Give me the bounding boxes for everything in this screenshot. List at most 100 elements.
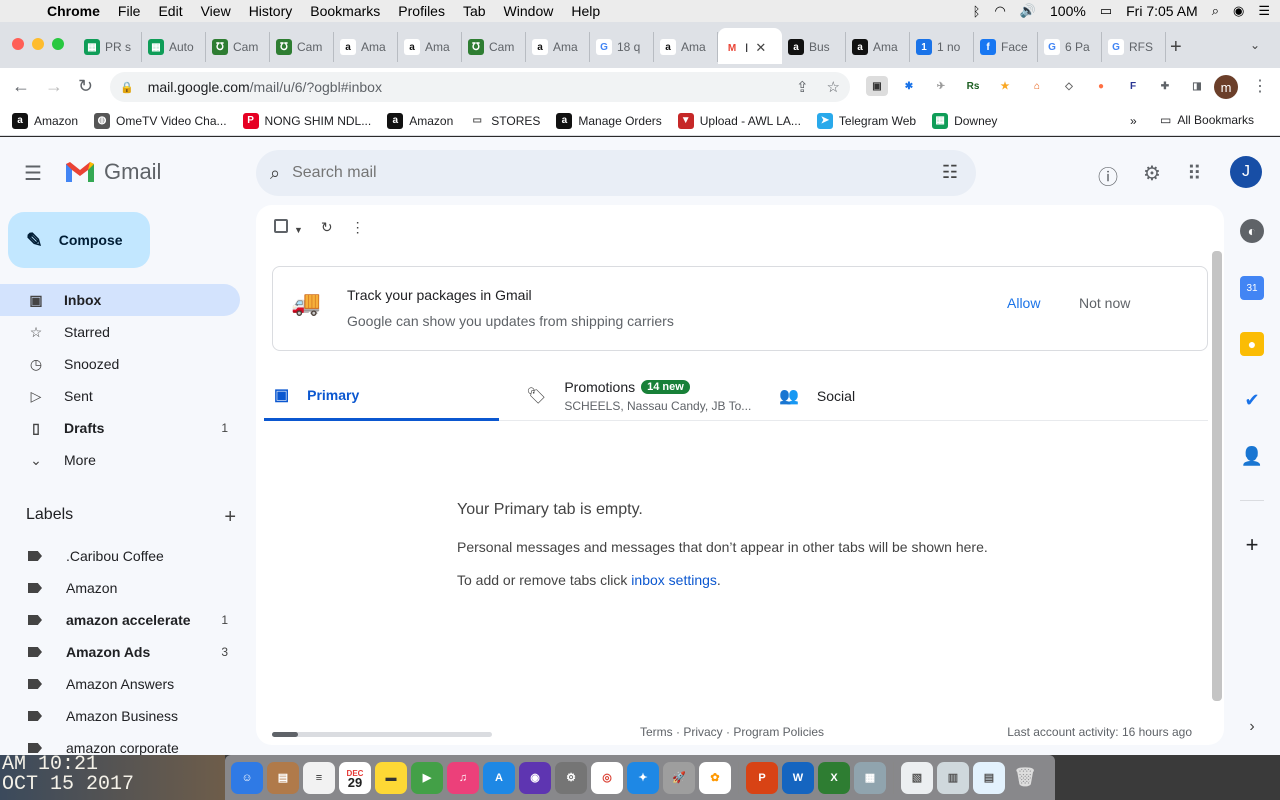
- sidebar-item-drafts[interactable]: ▯ Drafts 1: [0, 412, 240, 444]
- address-bar[interactable]: 🔒 mail.google.com/mail/u/6/?ogbl#inbox ⇪…: [110, 72, 850, 102]
- label-item[interactable]: Amazon Answers: [0, 668, 240, 700]
- settings-gear-icon[interactable]: ⚙: [1143, 161, 1161, 186]
- new-tab-button[interactable]: +: [1170, 36, 1182, 59]
- more-options-icon[interactable]: ⋮: [351, 219, 365, 236]
- browser-tab[interactable]: a Ama: [334, 32, 398, 62]
- extension-plane-icon[interactable]: ✈: [930, 76, 952, 96]
- wifi-icon[interactable]: ◠: [994, 3, 1005, 19]
- select-all-checkbox[interactable]: ▼: [274, 219, 303, 236]
- close-window-button[interactable]: [12, 38, 24, 50]
- browser-tab[interactable]: ℧ Cam: [462, 32, 526, 62]
- bookmark-item[interactable]: a Amazon: [387, 112, 453, 129]
- google-apps-icon[interactable]: ⠿: [1187, 161, 1202, 186]
- extension-blue-icon[interactable]: ✱: [898, 76, 920, 96]
- menu-app-name[interactable]: Chrome: [38, 3, 109, 19]
- sidebar-item-starred[interactable]: ☆ Starred: [0, 316, 240, 348]
- extension-off-icon[interactable]: ▣: [866, 76, 888, 96]
- not-now-button[interactable]: Not now: [1079, 295, 1130, 311]
- extension-off-badge-icon[interactable]: ⌂: [1026, 76, 1048, 96]
- browser-tab[interactable]: G RFS: [1102, 32, 1166, 62]
- bookmark-item[interactable]: ▭ STORES: [469, 113, 541, 129]
- allow-button[interactable]: Allow: [1007, 295, 1040, 311]
- bookmarks-overflow-button[interactable]: »: [1130, 114, 1137, 128]
- notes-icon[interactable]: ▬: [375, 761, 407, 794]
- menu-file[interactable]: File: [109, 3, 150, 19]
- menu-help[interactable]: Help: [562, 3, 609, 19]
- close-tab-icon[interactable]: ✕: [755, 40, 766, 56]
- all-bookmarks-button[interactable]: ▭ All Bookmarks: [1160, 113, 1254, 127]
- tab-active[interactable]: M I ✕: [718, 28, 782, 64]
- extension-rs-icon[interactable]: Rs: [962, 76, 984, 96]
- forward-arrow-icon[interactable]: →: [45, 76, 63, 97]
- menu-profiles[interactable]: Profiles: [389, 3, 454, 19]
- menu-history[interactable]: History: [240, 3, 302, 19]
- tab-promotions[interactable]: 🏷 Promotions 14 new SCHEELS, Nassau Cand…: [526, 371, 776, 421]
- browser-tab[interactable]: ▦ PR s: [78, 32, 142, 62]
- addon-avatar-icon[interactable]: ◐: [1240, 219, 1264, 243]
- label-item[interactable]: Amazon Ads 3: [0, 636, 240, 668]
- browser-tab[interactable]: a Ama: [398, 32, 462, 62]
- trash-icon[interactable]: 🗑: [1009, 762, 1041, 794]
- contacts-app-icon[interactable]: ▤: [267, 761, 299, 794]
- label-item[interactable]: Amazon Business: [0, 700, 240, 732]
- finder-icon[interactable]: ☺: [231, 761, 263, 794]
- calendar-icon[interactable]: 31: [1240, 276, 1264, 300]
- browser-tab[interactable]: G 6 Pa: [1038, 32, 1102, 62]
- app-store-icon[interactable]: A: [483, 761, 515, 794]
- zoom-window-button[interactable]: [52, 38, 64, 50]
- sidebar-item-more[interactable]: ⌄ More: [0, 444, 240, 476]
- create-label-plus-icon[interactable]: +: [224, 506, 236, 529]
- browser-tab[interactable]: a Ama: [526, 32, 590, 62]
- browser-tab[interactable]: a Ama: [654, 32, 718, 62]
- file-stack-icon[interactable]: ▤: [973, 761, 1005, 794]
- preview-icon[interactable]: ▦: [854, 761, 886, 794]
- system-preferences-icon[interactable]: ⚙: [555, 761, 587, 794]
- bookmark-item[interactable]: a Manage Orders: [556, 112, 662, 129]
- siri-dock-icon[interactable]: ◉: [519, 761, 551, 794]
- powerpoint-icon[interactable]: P: [746, 761, 778, 794]
- extension-tag-icon[interactable]: ◇: [1058, 76, 1080, 96]
- battery-icon[interactable]: ▭: [1100, 3, 1112, 19]
- tab-primary[interactable]: ▣ Primary: [264, 371, 499, 421]
- menu-view[interactable]: View: [192, 3, 240, 19]
- browser-tab[interactable]: 1 1 no: [910, 32, 974, 62]
- music-icon[interactable]: ♫: [447, 761, 479, 794]
- browser-tab[interactable]: a Ama: [846, 32, 910, 62]
- document-icon[interactable]: ▧: [901, 761, 933, 794]
- safari-icon[interactable]: ✦: [627, 761, 659, 794]
- browser-tab[interactable]: ▦ Auto: [142, 32, 206, 62]
- menu-tab[interactable]: Tab: [454, 3, 495, 19]
- side-panel-icon[interactable]: ◨: [1186, 76, 1208, 96]
- search-icon[interactable]: ⌕: [270, 163, 280, 184]
- back-arrow-icon[interactable]: ←: [12, 76, 30, 97]
- chrome-dock-icon[interactable]: ◎: [591, 761, 623, 794]
- browser-tab[interactable]: G 18 q: [590, 32, 654, 62]
- bookmark-item[interactable]: ▦ Downey: [932, 112, 997, 129]
- keep-icon[interactable]: ●: [1240, 332, 1264, 356]
- label-item[interactable]: amazon accelerate 1: [0, 604, 240, 636]
- lock-icon[interactable]: 🔒: [120, 81, 134, 94]
- extension-f-icon[interactable]: F: [1122, 76, 1144, 96]
- tab-social[interactable]: 👥 Social: [779, 371, 855, 421]
- bookmark-item[interactable]: ▼ Upload - AWL LA...: [677, 112, 801, 129]
- refresh-icon[interactable]: ↻: [321, 219, 333, 236]
- gmail-logo[interactable]: Gmail: [64, 159, 161, 185]
- label-item[interactable]: amazon corporate: [0, 732, 240, 755]
- bookmark-item[interactable]: P NONG SHIM NDL...: [242, 112, 371, 129]
- browser-tab[interactable]: ℧ Cam: [270, 32, 334, 62]
- minimize-window-button[interactable]: [32, 38, 44, 50]
- vertical-scrollbar[interactable]: [1212, 251, 1222, 701]
- word-icon[interactable]: W: [782, 761, 814, 794]
- extension-orange-icon[interactable]: ●: [1090, 76, 1112, 96]
- launchpad-icon[interactable]: 🚀: [663, 761, 695, 794]
- browser-tab[interactable]: a Bus: [782, 32, 846, 62]
- address-url[interactable]: mail.google.com/mail/u/6/?ogbl#inbox: [148, 79, 382, 95]
- bluetooth-icon[interactable]: ᛒ: [973, 4, 981, 19]
- chrome-menu-icon[interactable]: ⋮: [1252, 76, 1268, 96]
- downloads-stack-icon[interactable]: ▥: [937, 761, 969, 794]
- main-menu-icon[interactable]: ☰: [24, 161, 42, 186]
- inbox-settings-link[interactable]: inbox settings: [631, 572, 717, 588]
- menu-bookmarks[interactable]: Bookmarks: [301, 3, 389, 19]
- sidebar-item-snoozed[interactable]: ◷ Snoozed: [0, 348, 240, 380]
- excel-icon[interactable]: X: [818, 761, 850, 794]
